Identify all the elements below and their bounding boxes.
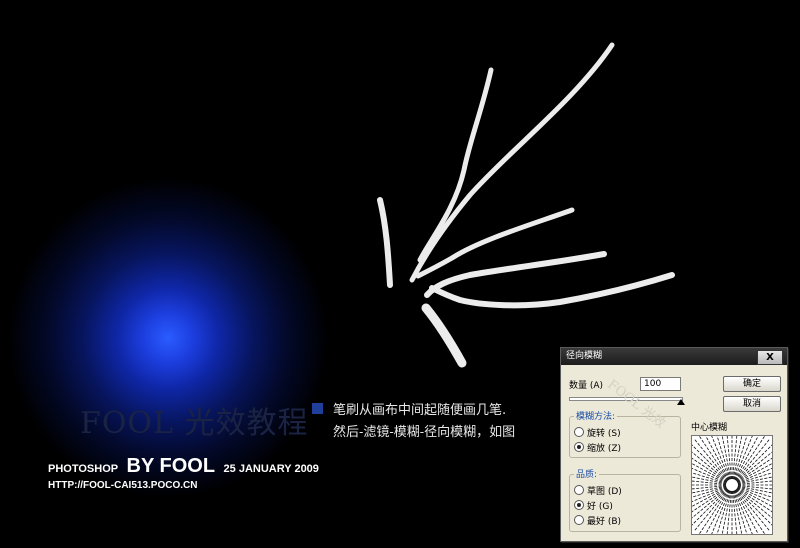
amount-label: 数量 (A)	[569, 381, 604, 391]
preview-ray	[693, 489, 729, 532]
quality-legend: 品质:	[574, 467, 600, 480]
radio-dot	[574, 515, 584, 525]
branding-prefix: PHOTOSHOP	[48, 463, 119, 475]
radio-dot-selected	[574, 500, 584, 510]
preview-ray	[737, 472, 791, 485]
radio-dot	[574, 485, 584, 495]
branding-author: BY FOOL	[126, 455, 216, 477]
radial-preview-rays	[672, 425, 792, 545]
note-line-2: 然后-滤镜-模糊-径向模糊，如图	[333, 425, 516, 440]
branding-line: PHOTOSHOP BY FOOL 25 JANUARY 2009	[48, 455, 319, 478]
brush-stroke	[421, 303, 467, 368]
amount-slider-thumb[interactable]	[677, 399, 685, 405]
preview-ray	[737, 485, 791, 498]
branding-url: HTTP://FOOL-CAI513.POCO.CN	[48, 480, 198, 491]
radial-blur-dialog: 径向模糊 X 数量 (A) 100 确定 取消 模糊方法: 旋转 (S) 缩放 …	[560, 347, 792, 545]
blur-method-legend: 模糊方法:	[574, 409, 618, 422]
quality-good-radio[interactable]: 好 (G)	[574, 499, 613, 512]
brush-stroke	[409, 42, 615, 283]
dialog-title: 径向模糊	[566, 351, 603, 361]
cancel-button[interactable]: 取消	[723, 396, 781, 412]
method-spin-radio[interactable]: 旋转 (S)	[574, 426, 621, 439]
branding-date: 25 JANUARY 2009	[223, 463, 319, 475]
preview-ray	[693, 438, 729, 481]
brush-stroke	[429, 272, 675, 309]
preview-ray	[735, 489, 771, 532]
note-line-1: 笔刷从画布中间起随便画几笔.	[333, 403, 507, 418]
preview-ray	[734, 490, 761, 539]
preview-ray	[703, 490, 730, 539]
ok-button[interactable]: 确定	[723, 376, 781, 392]
radio-dot-selected	[574, 442, 584, 452]
preview-ray	[734, 431, 761, 480]
watermark-text: FOOL 光效教程	[80, 406, 309, 441]
brush-stroke	[424, 251, 607, 298]
dialog-titlebar[interactable]: 径向模糊 X	[561, 348, 787, 365]
preview-ray	[735, 438, 771, 481]
preview-ray	[673, 485, 727, 498]
method-zoom-radio[interactable]: 缩放 (Z)	[574, 441, 621, 454]
close-button[interactable]: X	[757, 350, 783, 365]
note-bullet	[312, 403, 323, 414]
radio-dot	[574, 427, 584, 437]
blur-center-preview[interactable]	[672, 425, 792, 545]
preview-ray	[673, 472, 727, 485]
quality-best-radio[interactable]: 最好 (B)	[574, 514, 621, 527]
preview-ray	[703, 431, 730, 480]
quality-draft-radio[interactable]: 草图 (D)	[574, 484, 622, 497]
brush-stroke	[417, 67, 494, 263]
amount-input[interactable]: 100	[640, 377, 681, 391]
blur-center-label: 中心模糊	[691, 423, 728, 433]
instruction-note: 笔刷从画布中间起随便画几笔. 然后-滤镜-模糊-径向模糊，如图	[333, 400, 515, 444]
quality-group: 品质: 草图 (D) 好 (G) 最好 (B)	[569, 467, 681, 532]
brush-stroke	[377, 197, 393, 288]
